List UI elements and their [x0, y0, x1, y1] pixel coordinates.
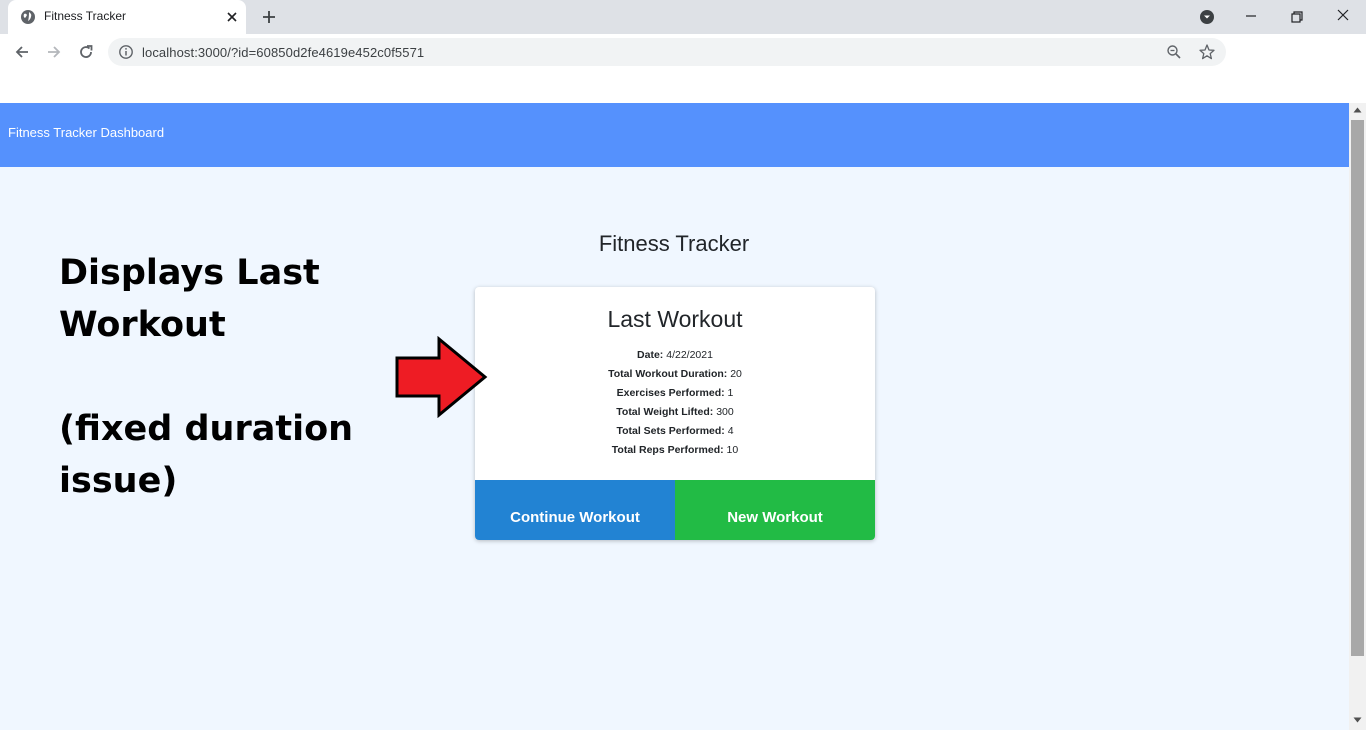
navbar: Fitness Tracker Dashboard [0, 103, 1349, 167]
stat-value: 300 [716, 406, 734, 418]
scroll-up-icon[interactable] [1353, 107, 1362, 113]
vertical-scrollbar[interactable] [1349, 103, 1366, 730]
stat-label: Total Sets Performed: [616, 425, 725, 437]
reload-icon[interactable] [76, 42, 96, 62]
browser-toolbar: localhost:3000/?id=60850d2fe4619e452c0f5… [0, 34, 1366, 70]
zoom-out-icon[interactable] [1166, 44, 1182, 60]
stat-value: 4 [727, 425, 734, 437]
address-bar[interactable]: localhost:3000/?id=60850d2fe4619e452c0f5… [108, 38, 1226, 66]
stat-reps: Total Reps Performed: 10 [475, 441, 875, 460]
last-workout-card: Last Workout Date: 4/22/2021 Total Worko… [475, 287, 875, 540]
stat-value: 10 [726, 444, 739, 456]
new-workout-button[interactable]: New Workout [675, 480, 875, 540]
annotation-line: (fixed duration [59, 409, 354, 449]
annotation-spacer [59, 351, 419, 403]
stat-total-duration: Total Workout Duration: 20 [475, 365, 875, 384]
browser-tab-strip: Fitness Tracker [0, 0, 1366, 34]
annotation-line: Displays Last [59, 253, 320, 293]
restore-icon[interactable] [1286, 6, 1308, 28]
close-icon[interactable] [224, 9, 240, 25]
page-viewport: Fitness Tracker Dashboard Fitness Tracke… [0, 103, 1366, 730]
stat-value: 1 [727, 387, 734, 399]
stat-label: Total Weight Lifted: [616, 406, 714, 418]
close-window-icon[interactable] [1332, 6, 1354, 28]
annotation-text: Displays Last Workout (fixed duration is… [59, 247, 419, 507]
tab-title: Fitness Tracker [44, 9, 127, 23]
stat-label: Exercises Performed: [616, 387, 725, 399]
annotation-line: issue) [59, 461, 178, 501]
stat-date: Date: 4/22/2021 [475, 346, 875, 365]
stat-label: Date: [637, 349, 664, 361]
continue-workout-button[interactable]: Continue Workout [475, 480, 675, 540]
browser-tab[interactable]: Fitness Tracker [8, 0, 246, 34]
scrollbar-thumb[interactable] [1351, 120, 1364, 656]
stat-sets: Total Sets Performed: 4 [475, 422, 875, 441]
workout-stats: Date: 4/22/2021 Total Workout Duration: … [475, 346, 875, 460]
right-arrow-icon [395, 336, 488, 418]
globe-icon [21, 10, 35, 24]
navbar-brand[interactable]: Fitness Tracker Dashboard [8, 125, 164, 140]
stat-weight: Total Weight Lifted: 300 [475, 403, 875, 422]
forward-arrow-icon[interactable] [44, 42, 64, 62]
back-arrow-icon[interactable] [12, 42, 32, 62]
stat-value: 4/22/2021 [666, 349, 713, 361]
star-icon[interactable] [1198, 43, 1216, 61]
info-icon[interactable] [118, 44, 134, 60]
card-title: Last Workout [607, 306, 743, 332]
stat-label: Total Reps Performed: [611, 444, 724, 456]
stat-exercises: Exercises Performed: 1 [475, 384, 875, 403]
stat-value: 20 [730, 368, 742, 380]
annotation-line: Workout [59, 305, 226, 345]
url-text: localhost:3000/?id=60850d2fe4619e452c0f5… [142, 45, 425, 60]
stat-label: Total Workout Duration: [608, 368, 728, 380]
plus-icon[interactable] [260, 8, 278, 26]
scroll-down-icon[interactable] [1353, 717, 1362, 723]
page-title: Fitness Tracker [598, 231, 750, 256]
profile-dropdown-icon[interactable] [1196, 6, 1218, 28]
minimize-icon[interactable] [1240, 6, 1262, 28]
card-actions: Continue Workout New Workout [475, 480, 875, 540]
